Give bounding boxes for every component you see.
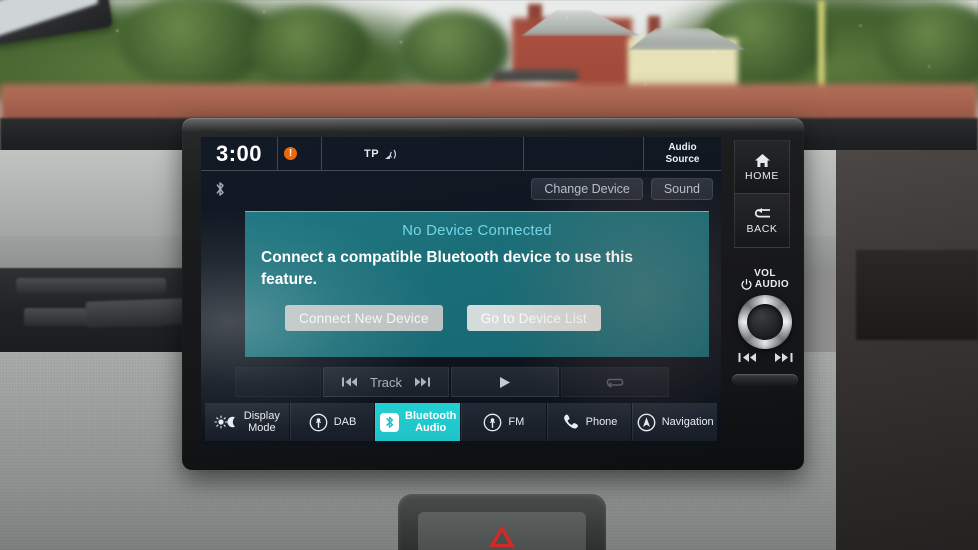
sub-bar: Change Device Sound: [201, 171, 721, 207]
no-device-dialog: No Device Connected Connect a compatible…: [245, 211, 709, 357]
nav-item-navigation[interactable]: Navigation: [632, 403, 718, 441]
track-label: Track: [369, 374, 403, 390]
volume-label: VOL AUDIO: [741, 268, 789, 290]
dashboard-right-panel: [856, 250, 978, 340]
dialog-title: No Device Connected: [402, 222, 552, 239]
skip-rocker-switch[interactable]: [732, 374, 798, 386]
bottom-navigation-bar: Display Mode DAB Bluetooth Audio FM Phon…: [205, 403, 718, 441]
vent-blade: [85, 298, 187, 328]
nav-item-fm[interactable]: FM: [461, 403, 546, 441]
volume-control: VOL AUDIO: [730, 268, 800, 349]
back-button[interactable]: BACK: [734, 194, 790, 248]
next-track-icon[interactable]: [773, 352, 793, 363]
hazard-warning-button[interactable]: [418, 512, 586, 550]
play-icon: [498, 376, 512, 389]
media-segment-ghost: [235, 367, 321, 397]
home-icon: [754, 153, 771, 168]
status-bar: 3:00 ! TP Audio Source: [201, 137, 721, 171]
nav-item-dab[interactable]: DAB: [289, 403, 375, 441]
infotainment-screen[interactable]: 3:00 ! TP Audio Source Change Device Sou…: [201, 137, 721, 445]
previous-track-icon[interactable]: [341, 377, 358, 387]
audio-source-button[interactable]: Audio Source: [643, 137, 721, 170]
tp-label: TP: [364, 147, 380, 160]
next-track-icon[interactable]: [414, 377, 431, 387]
sound-button[interactable]: Sound: [650, 178, 713, 200]
sun-moon-icon: [214, 415, 238, 429]
compass-icon: [637, 413, 656, 432]
alert-badge-cell[interactable]: !: [277, 137, 321, 170]
nav-label-fm: FM: [508, 416, 525, 428]
alert-badge: !: [284, 147, 297, 160]
audio-source-label-line1: Audio: [668, 141, 697, 153]
radio-antenna-icon: [483, 413, 502, 432]
hardware-skip-buttons: [730, 352, 800, 363]
nav-item-display-mode[interactable]: Display Mode: [205, 403, 289, 441]
volume-knob[interactable]: [738, 295, 792, 349]
infotainment-head-unit: 3:00 ! TP Audio Source Change Device Sou…: [182, 118, 804, 470]
bluetooth-icon: [211, 180, 229, 198]
hardware-button-column: HOME BACK: [734, 140, 790, 248]
media-transport-bar: Track: [201, 365, 721, 399]
home-button[interactable]: HOME: [734, 140, 790, 194]
bezel-gloss: [182, 118, 804, 132]
phone-handset-icon: [562, 413, 580, 431]
bluetooth-icon: [380, 412, 400, 432]
play-button[interactable]: [451, 367, 559, 397]
audio-source-label-line2: Source: [665, 153, 700, 165]
hazard-triangle-icon: [489, 525, 515, 547]
vent-blade: [16, 278, 166, 294]
dialog-actions: Connect New Device Go to Device List: [245, 291, 709, 331]
nav-label-phone: Phone: [585, 416, 618, 428]
status-bar-spacer: [523, 137, 643, 170]
nav-label-display-mode: Display Mode: [243, 410, 280, 434]
go-to-device-list-button[interactable]: Go to Device List: [466, 305, 601, 331]
power-icon: [741, 279, 752, 290]
traffic-program-indicator: TP: [321, 137, 523, 170]
nav-label-navigation: Navigation: [661, 416, 714, 428]
home-label: HOME: [745, 169, 779, 182]
nav-item-phone[interactable]: Phone: [546, 403, 632, 441]
repeat-icon: [605, 376, 625, 389]
windshield-view: [0, 0, 978, 128]
air-vent-left[interactable]: [0, 268, 190, 360]
clock: 3:00: [215, 140, 263, 166]
volume-label-line2: AUDIO: [754, 279, 790, 290]
volume-label-line1: VOL: [754, 268, 776, 279]
dashboard-right-trim: [836, 150, 978, 550]
nav-label-bluetooth-audio: Bluetooth Audio: [405, 410, 457, 434]
dialog-message: Connect a compatible Bluetooth device to…: [261, 249, 634, 288]
connect-new-device-button[interactable]: Connect New Device: [285, 305, 443, 331]
change-device-button[interactable]: Change Device: [531, 178, 643, 200]
nav-label-dab: DAB: [333, 416, 357, 428]
back-arrow-icon: [753, 207, 772, 221]
previous-track-icon[interactable]: [738, 352, 758, 363]
nav-item-bluetooth-audio[interactable]: Bluetooth Audio: [375, 403, 461, 441]
back-label: BACK: [746, 222, 778, 235]
tree: [250, 6, 370, 90]
repeat-button[interactable]: [561, 367, 669, 397]
track-control[interactable]: Track: [323, 367, 449, 397]
radio-antenna-icon: [309, 413, 328, 432]
broadcast-signal-icon: [384, 148, 399, 160]
